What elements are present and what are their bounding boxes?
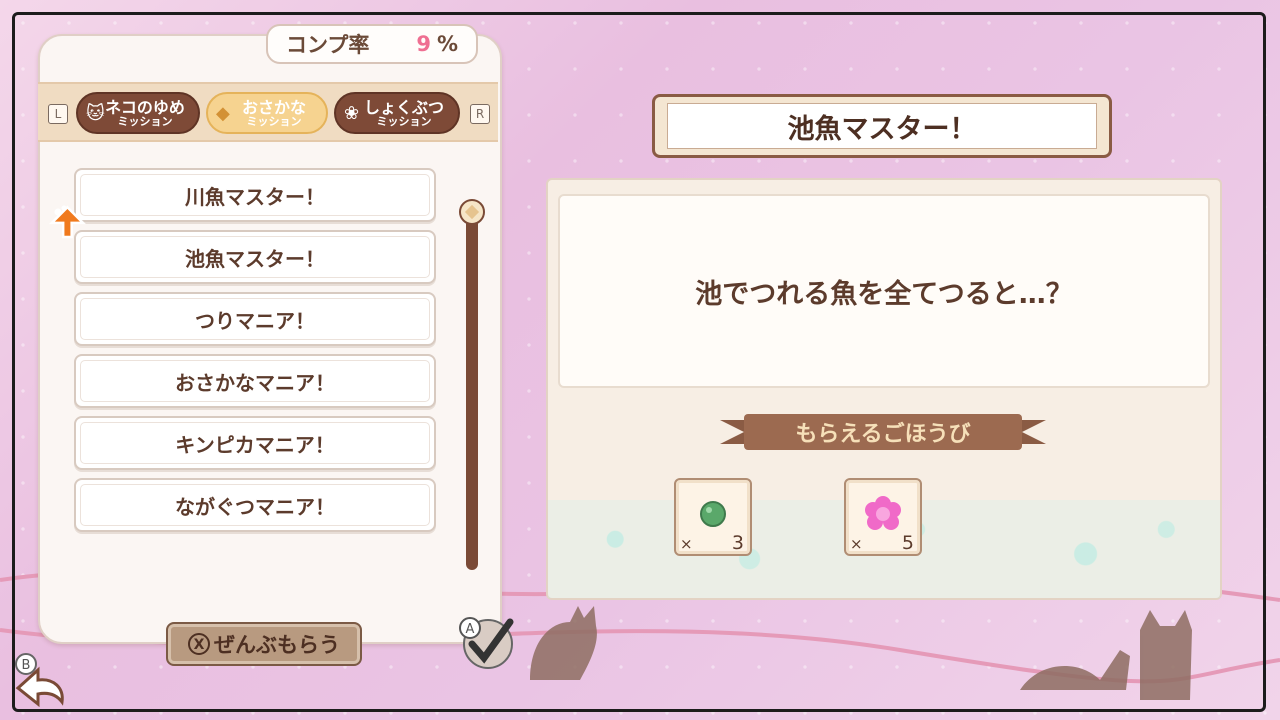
reward-item: × 3 bbox=[674, 478, 752, 556]
fish-icon: ◆ bbox=[216, 103, 230, 124]
l-shoulder-icon[interactable]: L bbox=[48, 104, 68, 124]
claim-all-button[interactable]: X ぜんぶもらう bbox=[166, 622, 362, 666]
mission-item[interactable]: 川魚マスター！ bbox=[74, 168, 436, 222]
paw-cursor-icon bbox=[48, 205, 86, 239]
reward-heading-banner: もらえるごほうび bbox=[720, 412, 1046, 452]
r-shoulder-icon[interactable]: R bbox=[470, 104, 490, 124]
tab-label: おさかな bbox=[241, 97, 306, 117]
tab-fish-mission[interactable]: ◆ おさかな ミッション bbox=[206, 92, 328, 134]
tab-neko-mission[interactable]: 🐱︎ ネコのゆめ ミッション bbox=[76, 92, 200, 134]
x-button-icon: X bbox=[188, 633, 210, 655]
mission-item[interactable]: キンピカマニア！ bbox=[74, 416, 436, 470]
cat-silhouette-decoration bbox=[530, 606, 597, 680]
back-button[interactable]: B bbox=[8, 648, 74, 708]
tab-plant-mission[interactable]: ❀ しょくぶつ ミッション bbox=[334, 92, 460, 134]
mission-item[interactable]: おさかなマニア！ bbox=[74, 354, 436, 408]
reward-count: 5 bbox=[901, 532, 914, 554]
completion-unit: % bbox=[436, 32, 458, 56]
flower-icon: ❀ bbox=[344, 103, 360, 124]
mission-description: 池でつれる魚を全てつると…？ bbox=[558, 194, 1210, 388]
tab-label: ネコのゆめ bbox=[105, 97, 185, 117]
completion-label: コンプ率 bbox=[286, 33, 370, 57]
a-button-icon: A bbox=[466, 622, 475, 637]
tab-label: しょくぶつ bbox=[363, 97, 444, 117]
scrollbar-track[interactable] bbox=[466, 212, 478, 570]
mission-item[interactable]: 池魚マスター！ bbox=[74, 230, 436, 284]
mission-title-plate: 池魚マスター！ bbox=[652, 94, 1112, 158]
reward-multiplier: × bbox=[680, 535, 693, 553]
mission-title: 池魚マスター！ bbox=[667, 103, 1097, 149]
tab-sublabel: ミッション bbox=[117, 114, 173, 128]
claim-all-label: ぜんぶもらう bbox=[214, 633, 340, 657]
reward-item: × 5 bbox=[844, 478, 922, 556]
reward-heading: もらえるごほうび bbox=[795, 422, 971, 447]
scrollbar-thumb[interactable] bbox=[458, 198, 486, 226]
cat-silhouettes-decoration bbox=[1020, 610, 1192, 700]
tab-sublabel: ミッション bbox=[376, 114, 432, 128]
cat-icon: 🐱︎ bbox=[86, 103, 105, 124]
b-button-icon: B bbox=[22, 658, 31, 673]
mission-item[interactable]: ながぐつマニア！ bbox=[74, 478, 436, 532]
mission-item[interactable]: つりマニア！ bbox=[74, 292, 436, 346]
reward-count: 3 bbox=[731, 532, 744, 554]
reward-multiplier: × bbox=[850, 535, 863, 553]
tab-sublabel: ミッション bbox=[246, 114, 302, 128]
confirm-button[interactable]: A bbox=[454, 612, 518, 670]
completion-rate: コンプ率 9 % bbox=[266, 24, 478, 64]
completion-value: 9 bbox=[416, 32, 431, 56]
